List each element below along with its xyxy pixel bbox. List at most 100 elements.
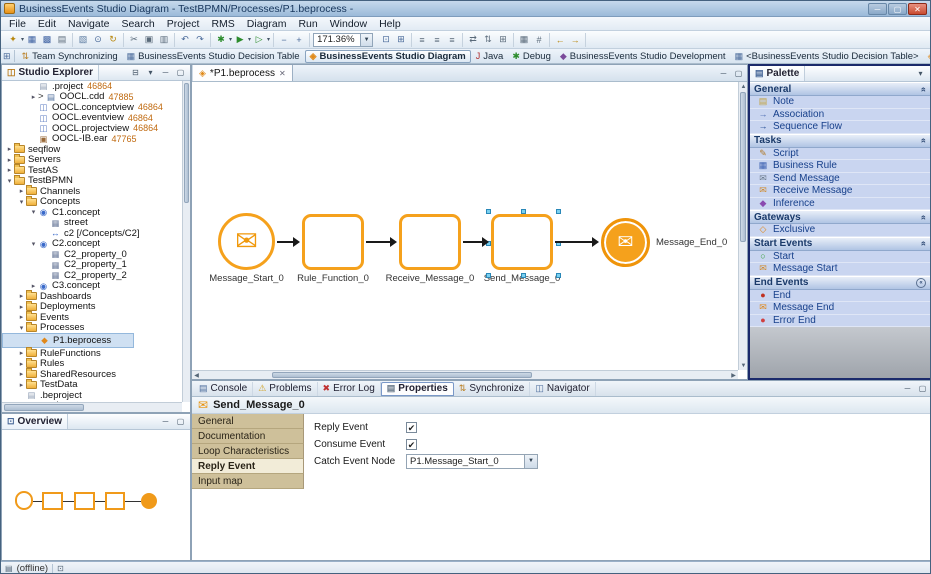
palette-item-association[interactable]: →Association xyxy=(750,109,930,122)
palette-item-inference[interactable]: ◆Inference xyxy=(750,198,930,211)
perspective-0-team-synchronizing[interactable]: ⇅Team Synchronizing xyxy=(18,50,122,63)
tree-item-oocl-projectview[interactable]: ◫OOCL.projectview46864 xyxy=(2,123,182,134)
copy-icon[interactable]: ▣ xyxy=(142,33,156,47)
forward-icon[interactable]: → xyxy=(568,33,582,47)
menu-project[interactable]: Project xyxy=(161,18,206,30)
tree-item-beproject[interactable]: ▤.beproject xyxy=(2,390,182,401)
tab-navigator[interactable]: ◫Navigator xyxy=(530,382,595,396)
menu-rms[interactable]: RMS xyxy=(205,18,240,30)
tree-item-project[interactable]: ▤.project46864 xyxy=(2,81,182,92)
zoom-level-input[interactable]: 171.36% xyxy=(313,33,361,47)
minimize-view-icon[interactable]: ─ xyxy=(159,416,172,428)
tree-expander-icon[interactable]: ▸ xyxy=(5,156,14,164)
pin-icon[interactable]: « xyxy=(916,278,926,288)
minimize-view-icon[interactable]: ─ xyxy=(159,67,172,79)
palette-section-start-events[interactable]: Start Events« xyxy=(750,237,930,251)
perspective-3-java[interactable]: JJava xyxy=(472,50,508,63)
palette-item-message-start[interactable]: ✉Message Start xyxy=(750,263,930,276)
tree-item-c2-concepts-c2[interactable]: ↔c2 [/Concepts/C2] xyxy=(2,228,182,239)
tree-expander-icon[interactable]: ▸ xyxy=(17,292,26,300)
tree-item-seqflow[interactable]: ▸seqflow xyxy=(2,144,182,155)
dropdown-arrow-icon[interactable]: ▾ xyxy=(21,36,24,43)
palette-item-error-end[interactable]: ●Error End xyxy=(750,315,930,328)
sequence-flow-line[interactable] xyxy=(463,241,484,243)
palette-item-send-message[interactable]: ✉Send Message xyxy=(750,173,930,186)
scroll-right-icon[interactable]: ▶ xyxy=(729,371,738,380)
diagram-node-rule-function-0[interactable] xyxy=(302,214,364,270)
reply-event-checkbox[interactable]: ✔ xyxy=(406,422,417,433)
overview-tab[interactable]: ⊡ Overview xyxy=(2,414,68,429)
view-menu-icon[interactable]: ▾ xyxy=(144,67,157,79)
search-icon[interactable]: ⊙ xyxy=(91,33,105,47)
menu-file[interactable]: File xyxy=(3,18,32,30)
view-menu-icon[interactable]: ▾ xyxy=(914,68,927,80)
print-icon[interactable]: ▤ xyxy=(55,33,69,47)
minimize-button[interactable]: ─ xyxy=(868,3,887,15)
maximize-view-icon[interactable]: ▢ xyxy=(732,67,745,79)
diagram-node-receive-message-0[interactable] xyxy=(399,214,461,270)
selection-handle[interactable] xyxy=(521,273,526,278)
tree-expander-icon[interactable]: ▸ xyxy=(17,187,26,195)
studio-explorer-tab[interactable]: ◫ Studio Explorer xyxy=(2,65,99,80)
palette-item-business-rule[interactable]: ▦Business Rule xyxy=(750,160,930,173)
consume-event-checkbox[interactable]: ✔ xyxy=(406,439,417,450)
palette-section-tasks[interactable]: Tasks« xyxy=(750,134,930,148)
back-icon[interactable]: ← xyxy=(553,33,567,47)
status-toggle-icon[interactable]: ⊡ xyxy=(57,564,64,573)
catch-event-node-select[interactable]: P1.Message_Start_0▼ xyxy=(406,454,538,469)
explorer-vertical-scrollbar[interactable] xyxy=(182,81,190,402)
editor-tab-p1-beprocess[interactable]: ◈ *P1.beprocess ✕ xyxy=(192,65,293,81)
palette-item-message-end[interactable]: ✉Message End xyxy=(750,302,930,315)
undo-icon[interactable]: ↶ xyxy=(178,33,192,47)
selection-handle[interactable] xyxy=(486,209,491,214)
align-center-icon[interactable]: ≡ xyxy=(430,33,444,47)
palette-section-general[interactable]: General« xyxy=(750,82,930,96)
diagram-node-message-start-0[interactable]: ✉ xyxy=(218,213,275,270)
perspective-2-businessevents-studio-diagram[interactable]: ◈BusinessEvents Studio Diagram xyxy=(305,50,471,63)
minimize-view-icon[interactable]: ─ xyxy=(717,67,730,79)
properties-tab-input-map[interactable]: Input map xyxy=(192,474,304,489)
menu-search[interactable]: Search xyxy=(115,18,160,30)
tree-item-oocl-ib-ear[interactable]: ▣OOCL-IB.ear47765 xyxy=(2,134,182,145)
pin-icon[interactable]: « xyxy=(919,241,928,246)
menu-navigate[interactable]: Navigate xyxy=(62,18,115,30)
zoom-out-icon[interactable]: − xyxy=(277,33,291,47)
tree-expander-icon[interactable]: ▾ xyxy=(29,208,38,216)
menu-window[interactable]: Window xyxy=(324,18,373,30)
palette-tab[interactable]: ▤ Palette xyxy=(750,66,805,81)
snap-to-grid-icon[interactable]: # xyxy=(532,33,546,47)
palette-item-script[interactable]: ✎Script xyxy=(750,148,930,161)
tree-item-c2-concept[interactable]: ▾◉C2.concept xyxy=(2,239,182,250)
tree-item-oocl-cdd[interactable]: ▸>▤OOCL.cdd47885 xyxy=(2,92,182,103)
sequence-flow-line[interactable] xyxy=(366,241,392,243)
open-perspective-icon[interactable]: ⊞ xyxy=(3,49,11,63)
canvas-horizontal-scrollbar[interactable]: ◀ ▶ xyxy=(192,370,738,379)
tree-item-c2-property-1[interactable]: ▦C2_property_1 xyxy=(2,260,182,271)
menu-run[interactable]: Run xyxy=(292,18,323,30)
palette-section-end-events[interactable]: End Events« xyxy=(750,276,930,290)
properties-tab-reply-event[interactable]: Reply Event xyxy=(192,459,304,474)
tree-expander-icon[interactable]: ▸ xyxy=(17,360,26,368)
pin-icon[interactable]: « xyxy=(919,138,928,143)
tab-synchronize[interactable]: ⇅Synchronize xyxy=(454,382,531,396)
tree-item-street[interactable]: ▦street xyxy=(2,218,182,229)
palette-item-exclusive[interactable]: ◇Exclusive xyxy=(750,224,930,237)
align-right-icon[interactable]: ≡ xyxy=(445,33,459,47)
tab-console[interactable]: ▤Console xyxy=(194,382,253,396)
paste-icon[interactable]: ▥ xyxy=(157,33,171,47)
tree-item-testdata[interactable]: ▸TestData xyxy=(2,380,182,391)
tab-error-log[interactable]: ✖Error Log xyxy=(318,382,381,396)
dropdown-arrow-icon[interactable]: ▾ xyxy=(229,36,232,43)
pin-icon[interactable]: « xyxy=(919,86,928,91)
canvas-vertical-scrollbar[interactable]: ▲ ▼ xyxy=(738,82,747,370)
maximize-view-icon[interactable]: ▢ xyxy=(916,383,929,395)
tab-problems[interactable]: ⚠Problems xyxy=(253,382,317,396)
menu-help[interactable]: Help xyxy=(373,18,407,30)
dropdown-arrow-icon[interactable]: ▾ xyxy=(267,36,270,43)
tree-expander-icon[interactable]: ▾ xyxy=(17,198,26,206)
tree-expander-icon[interactable]: ▾ xyxy=(17,324,26,332)
auto-layout-icon[interactable]: ⊞ xyxy=(496,33,510,47)
minimize-view-icon[interactable]: ─ xyxy=(901,383,914,395)
palette-item-end[interactable]: ●End xyxy=(750,290,930,303)
zoom-selection-icon[interactable]: ⊞ xyxy=(394,33,408,47)
